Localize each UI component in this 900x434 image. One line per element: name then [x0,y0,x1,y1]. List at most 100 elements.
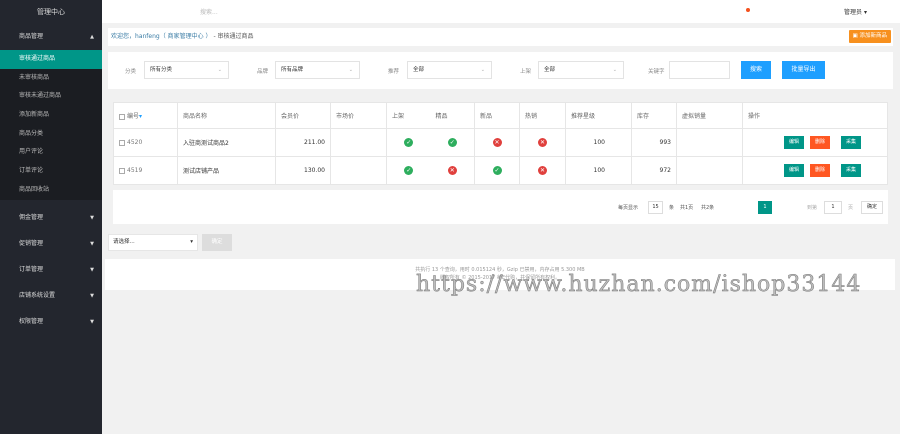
check-circle-icon-onsale[interactable]: ✓ [404,166,414,175]
col-stock: 库存 [631,102,677,129]
nav-group-label: 促销管理 [19,239,44,247]
unit-label: 条 [669,205,675,211]
x-circle-icon-new[interactable]: ✕ [492,138,502,147]
sidebar-title: 管理中心 [37,8,65,16]
table-row: 4520 入驻商测试商品2 211.00 ✓ ✓ ✕ ✕ 100 993 编辑删… [113,128,888,157]
market-price [330,128,387,157]
brand-select[interactable]: 所有品牌 ⌄ [275,61,360,79]
welcome-text: 欢迎您， [111,33,136,40]
sort-down-icon: ▾ [139,113,143,120]
virtual-sales [676,156,743,185]
per-page-label: 每页显示 [618,205,639,211]
nav-group-commission[interactable]: 佣金管理 ▼ [0,205,102,231]
nav-group-label: 订单管理 [19,265,44,273]
goods-name: 测试店铺产品 [177,156,276,185]
edit-button[interactable]: 编辑 [783,136,804,149]
nav-group-label: 佣金管理 [19,213,44,221]
select-all-checkbox[interactable] [119,113,125,120]
nav-group-permissions[interactable]: 权限管理 ▼ [0,309,102,335]
user-link[interactable]: hanfeng [135,33,160,40]
recommend-label: 推荐 [388,69,400,75]
sidebar-item-category[interactable]: 商品分类 [0,125,102,144]
col-id-label: 编号 [127,113,140,120]
check-circle-icon-onsale[interactable]: ✓ [404,138,414,147]
sidebar-item-order-comments[interactable]: 订单评论 [0,162,102,181]
col-id[interactable]: 编号▾ [113,102,178,129]
recommend-select[interactable]: 全部 ⌄ [407,61,492,79]
notification-dot-icon[interactable] [746,8,750,12]
check-circle-icon-best[interactable]: ✓ [447,138,457,147]
sidebar: 管理中心 商品管理 ▲ 审核通过商品 未审核商品 审核未通过商品 添加新商品 商品… [0,0,102,434]
goods-table: 编号▾ 商品名称 会员价 市场价 上架 精品 新品 热销 推荐星级 库存 虚拟销… [113,102,888,185]
user-name: 管理员 [844,9,863,16]
filter-panel: 分类 所有分类 ⌄ 品牌 所有品牌 ⌄ 推荐 全部 ⌄ 上架 全部 ⌄ 关键字 搜索 批… [108,52,893,89]
caret-down-icon: ▾ [863,9,867,16]
brand-label: 品牌 [257,69,269,75]
onsale-label: 上架 [520,69,532,75]
nav-group-promotion[interactable]: 促销管理 ▼ [0,231,102,257]
caret-down-icon: ▼ [90,266,94,273]
bulk-confirm-button[interactable]: 确定 [202,234,232,251]
pagination: 每页显示 15 条 共1页 共2条 1 到第 1 页 确定 [113,190,888,224]
sidebar-item-unreviewed[interactable]: 未审核商品 [0,69,102,88]
search-button[interactable]: 搜索 [741,61,771,79]
goods-id: 4520 [127,139,143,146]
onsale-select[interactable]: 全部 ⌄ [538,61,624,79]
check-circle-icon-new[interactable]: ✓ [492,166,502,175]
total-items: 共2条 [701,205,715,211]
category-value: 所有分类 [150,67,173,73]
export-button[interactable]: 批量导出 [782,61,825,79]
brand-value: 所有品牌 [281,67,304,73]
sidebar-item-recycle[interactable]: 商品回收站 [0,181,102,200]
goto-confirm-button[interactable]: 确定 [861,201,883,214]
delete-button[interactable]: 删除 [809,136,830,149]
watermark: https://www.huzhan.com/ishop33144 [416,272,862,298]
bulk-action-select[interactable]: 请选择... ▾ [108,234,198,251]
chevron-down-icon: ⌄ [480,67,485,73]
caret-down-icon: ▾ [190,239,193,245]
sidebar-item-add[interactable]: 添加新商品 [0,106,102,125]
delete-button[interactable]: 删除 [809,164,830,177]
goto-page-input[interactable]: 1 [824,201,842,214]
col-onsale: 上架 [386,102,431,129]
goto-label: 到第 [807,205,818,211]
x-circle-icon-best[interactable]: ✕ [447,166,457,175]
keyword-label: 关键字 [648,69,665,75]
collect-button[interactable]: 采集 [841,136,862,149]
add-goods-label: 添加新商品 [859,33,887,39]
onsale-value: 全部 [544,67,556,73]
add-goods-button[interactable]: ▣ 添加新商品 [848,30,891,43]
col-virtual: 虚拟销量 [676,102,743,129]
collect-button[interactable]: 采集 [841,164,862,177]
page-1-button[interactable]: 1 [758,201,772,214]
search-input[interactable]: 搜索... [200,7,218,16]
caret-down-icon: ▼ [90,214,94,221]
col-actions: 操作 [742,102,888,129]
center-link[interactable]: （ 商家管理中心 ） [160,33,212,40]
user-menu[interactable]: 管理员 ▾ [844,7,867,16]
keyword-input[interactable] [669,61,730,79]
nav-group-label: 商品管理 [19,33,44,40]
nav-group-orders[interactable]: 订单管理 ▼ [0,257,102,283]
caret-down-icon: ▼ [90,240,94,247]
table-row: 4519 测试店铺产品 130.00 ✓ ✕ ✓ ✕ 100 972 编辑 删除采… [113,156,888,185]
nav-group-shop-settings[interactable]: 店铺系统设置 ▼ [0,283,102,309]
per-page-input[interactable]: 15 [648,201,663,214]
x-circle-icon-hot[interactable]: ✕ [538,138,547,147]
sidebar-item-user-comments[interactable]: 用户评论 [0,143,102,162]
nav-group-goods[interactable]: 商品管理 ▲ [0,24,102,50]
category-label: 分类 [125,69,137,75]
sidebar-item-approved[interactable]: 审核通过商品 [0,50,102,69]
breadcrumb: 欢迎您，hanfeng（ 商家管理中心 ） - 审核通过商品 ▣ 添加新商品 [108,28,893,46]
chevron-down-icon: ⌄ [348,67,353,73]
x-circle-icon-hot[interactable]: ✕ [538,166,547,175]
col-hot: 热销 [519,102,566,129]
recommend-star: 100 [565,128,632,157]
row-checkbox[interactable] [119,167,125,174]
category-select[interactable]: 所有分类 ⌄ [144,61,229,79]
col-name: 商品名称 [177,102,276,129]
edit-button[interactable]: 编辑 [783,164,804,177]
sidebar-item-rejected[interactable]: 审核未通过商品 [0,87,102,106]
row-checkbox[interactable] [119,139,125,146]
goods-id: 4519 [127,167,143,174]
